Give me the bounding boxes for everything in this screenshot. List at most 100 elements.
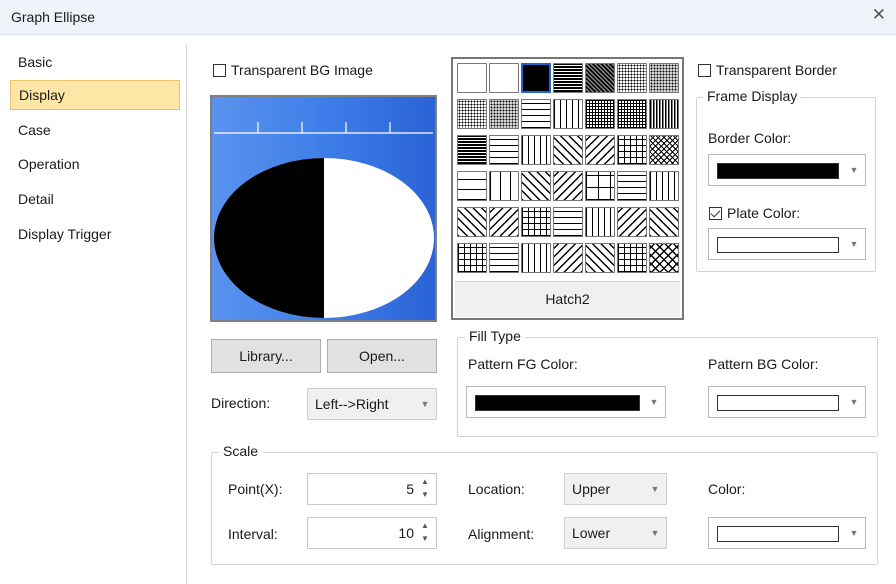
sidebar: Basic Display Case Operation Detail Disp… <box>0 44 187 584</box>
hatch-pattern-cell[interactable] <box>489 207 519 237</box>
library-button[interactable]: Library... <box>211 339 321 373</box>
chevron-down-icon[interactable]: ▼ <box>843 518 865 548</box>
hatch-pattern-cell[interactable] <box>553 99 583 129</box>
hatch-pattern-cell[interactable] <box>553 63 583 93</box>
hatch-pattern-cell[interactable] <box>489 171 519 201</box>
hatch-pattern-cell[interactable] <box>521 135 551 165</box>
hatch-pattern-cell[interactable] <box>649 135 679 165</box>
hatch-pattern-cell[interactable] <box>457 243 487 273</box>
hatch-pattern-cell[interactable] <box>617 99 647 129</box>
scale-color-swatch <box>717 526 839 542</box>
point-spinner[interactable]: 5 ▲ ▼ <box>307 473 437 505</box>
transparent-bg-label: Transparent BG Image <box>231 62 373 78</box>
interval-spinner[interactable]: 10 ▲ ▼ <box>307 517 437 549</box>
hatch-pattern-cell[interactable] <box>649 171 679 201</box>
hatch-pattern-cell[interactable] <box>457 171 487 201</box>
sidebar-item-detail[interactable]: Detail <box>10 185 180 215</box>
hatch-pattern-cell[interactable] <box>521 243 551 273</box>
hatch-pattern-cell[interactable] <box>617 207 647 237</box>
open-button[interactable]: Open... <box>327 339 437 373</box>
hatch-pattern-cell[interactable] <box>457 63 487 93</box>
point-value: 5 <box>406 481 414 497</box>
spin-up-icon[interactable]: ▲ <box>418 521 432 534</box>
hatch-pattern-cell[interactable] <box>521 171 551 201</box>
transparent-bg-checkbox[interactable]: Transparent BG Image <box>213 62 373 78</box>
hatch-pattern-cell[interactable] <box>521 99 551 129</box>
scale-color-combo[interactable]: ▼ <box>708 517 866 549</box>
hatch-pattern-cell[interactable] <box>585 207 615 237</box>
sidebar-item-display[interactable]: Display <box>10 80 180 110</box>
hatch-pattern-cell[interactable] <box>617 63 647 93</box>
plate-color-combo[interactable]: ▼ <box>708 228 866 260</box>
chevron-down-icon[interactable]: ▼ <box>843 229 865 259</box>
hatch-name-label: Hatch2 <box>455 281 680 317</box>
hatch-pattern-cell[interactable] <box>457 207 487 237</box>
hatch-pattern-cell[interactable] <box>553 135 583 165</box>
hatch-pattern-cell[interactable] <box>617 135 647 165</box>
pattern-bg-combo[interactable]: ▼ <box>708 386 866 418</box>
hatch-pattern-cell[interactable] <box>521 207 551 237</box>
sidebar-item-label: Case <box>18 122 51 138</box>
hatch-pattern-cell[interactable] <box>553 171 583 201</box>
hatch-pattern-cell[interactable] <box>585 135 615 165</box>
chevron-down-icon[interactable]: ▼ <box>414 389 436 419</box>
hatch-pattern-cell[interactable] <box>553 207 583 237</box>
spin-down-icon[interactable]: ▼ <box>418 534 432 547</box>
pattern-fg-combo[interactable]: ▼ <box>466 386 666 418</box>
sidebar-item-operation[interactable]: Operation <box>10 150 180 180</box>
chevron-down-icon[interactable]: ▼ <box>644 474 666 504</box>
hatch-pattern-cell[interactable] <box>553 243 583 273</box>
checkbox-box[interactable] <box>698 64 711 77</box>
hatch-pattern-cell[interactable] <box>521 63 551 93</box>
chevron-down-icon[interactable]: ▼ <box>843 155 865 185</box>
location-combo[interactable]: Upper ▼ <box>564 473 667 505</box>
close-icon[interactable]: ✕ <box>872 5 886 25</box>
hatch-pattern-cell[interactable] <box>489 99 519 129</box>
spin-down-icon[interactable]: ▼ <box>418 490 432 503</box>
chevron-down-icon[interactable]: ▼ <box>644 518 666 548</box>
border-color-combo[interactable]: ▼ <box>708 154 866 186</box>
hatch-pattern-cell[interactable] <box>649 99 679 129</box>
title-bar: Graph Ellipse ✕ <box>0 0 896 35</box>
location-value: Upper <box>572 481 611 497</box>
hatch-pattern-picker[interactable]: Hatch2 <box>451 57 684 320</box>
hatch-pattern-cell[interactable] <box>489 135 519 165</box>
plate-color-swatch <box>717 237 839 253</box>
hatch-pattern-cell[interactable] <box>649 243 679 273</box>
hatch-pattern-cell[interactable] <box>585 99 615 129</box>
hatch-pattern-cell[interactable] <box>617 243 647 273</box>
hatch-pattern-cell[interactable] <box>617 171 647 201</box>
chevron-down-icon[interactable]: ▼ <box>643 387 665 417</box>
hatch-pattern-cell[interactable] <box>489 63 519 93</box>
chevron-down-icon[interactable]: ▼ <box>843 387 865 417</box>
hatch-pattern-cell[interactable] <box>585 171 615 201</box>
hatch-grid[interactable] <box>457 63 681 279</box>
checkbox-box[interactable] <box>709 207 722 220</box>
hatch-pattern-cell[interactable] <box>457 99 487 129</box>
hatch-pattern-cell[interactable] <box>649 207 679 237</box>
hatch-pattern-cell[interactable] <box>585 63 615 93</box>
hatch-pattern-cell[interactable] <box>457 135 487 165</box>
sidebar-item-display-trigger[interactable]: Display Trigger <box>10 220 180 250</box>
direction-label: Direction: <box>211 395 271 411</box>
alignment-combo[interactable]: Lower ▼ <box>564 517 667 549</box>
scale-title: Scale <box>219 443 263 459</box>
hatch-pattern-cell[interactable] <box>649 63 679 93</box>
direction-combo[interactable]: Left-->Right ▼ <box>307 388 437 420</box>
scale-color-label: Color: <box>708 481 746 497</box>
sidebar-item-case[interactable]: Case <box>10 116 180 146</box>
checkbox-box[interactable] <box>213 64 226 77</box>
interval-label: Interval: <box>228 526 278 542</box>
pattern-fg-label: Pattern FG Color: <box>468 356 578 372</box>
plate-color-label: Plate Color: <box>727 205 801 221</box>
sidebar-item-label: Display Trigger <box>18 226 112 242</box>
hatch-pattern-cell[interactable] <box>489 243 519 273</box>
border-color-label: Border Color: <box>708 130 792 146</box>
hatch-pattern-cell[interactable] <box>585 243 615 273</box>
spin-up-icon[interactable]: ▲ <box>418 477 432 490</box>
transparent-border-checkbox[interactable]: Transparent Border <box>698 62 837 78</box>
plate-color-checkbox[interactable]: Plate Color: <box>709 205 800 221</box>
sidebar-item-basic[interactable]: Basic <box>10 48 180 78</box>
preview-image <box>210 95 437 322</box>
location-label: Location: <box>468 481 525 497</box>
